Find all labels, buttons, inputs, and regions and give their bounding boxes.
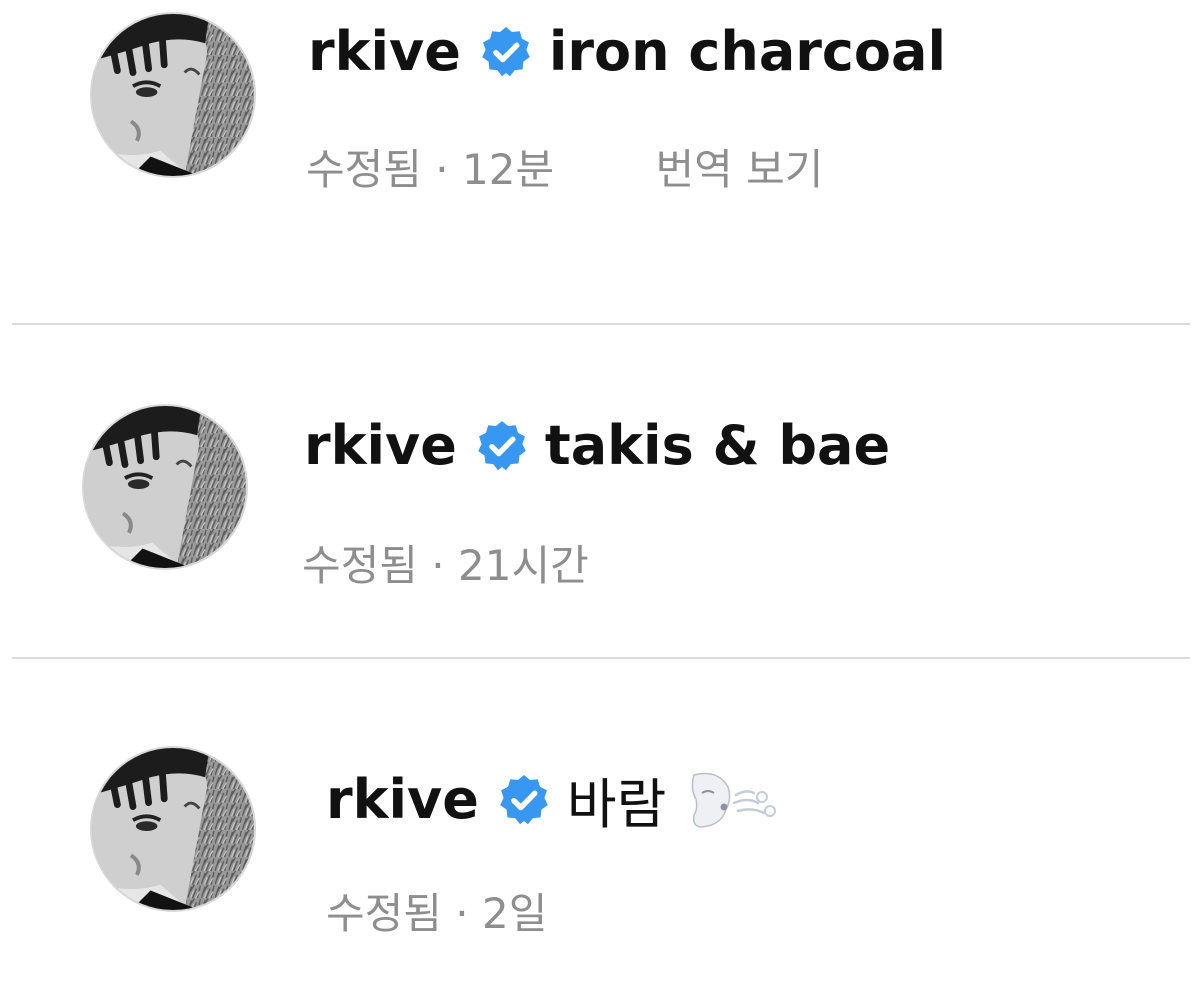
profile-photo (92, 14, 254, 176)
meta-separator: · (455, 889, 469, 938)
username[interactable]: rkive (326, 768, 479, 831)
comment-meta: 수정됨 · 2일 (326, 880, 547, 941)
username[interactable]: rkive (308, 20, 461, 83)
divider (12, 657, 1190, 659)
comment-item: rkive iron charcoal 수정됨 · 12분 번역 보기 (0, 0, 1200, 320)
comment-line: rkive takis & bae (304, 414, 890, 477)
wind-face-emoji-icon (688, 769, 778, 831)
edited-label: 수정됨 (306, 145, 422, 194)
meta-separator: · (431, 541, 445, 590)
avatar[interactable] (90, 12, 256, 178)
meta-separator: · (435, 145, 449, 194)
timestamp: 12분 (462, 145, 555, 194)
verified-badge-icon (497, 773, 551, 827)
comment-meta: 수정됨 · 12분 번역 보기 (306, 136, 823, 197)
comment-text: 바람 (566, 773, 667, 836)
comment-item: rkive takis & bae 수정됨 · 21시간 (0, 326, 1200, 656)
edited-label: 수정됨 (302, 541, 418, 590)
comment-text: iron charcoal (548, 20, 946, 83)
profile-photo (84, 406, 246, 568)
verified-badge-icon (479, 25, 533, 79)
comment-meta: 수정됨 · 21시간 (302, 532, 589, 593)
profile-photo (92, 748, 254, 910)
divider (12, 323, 1190, 325)
comment-line: rkive 바람 (326, 760, 778, 839)
comment-text: takis & bae (544, 414, 891, 477)
timestamp: 2일 (482, 889, 548, 938)
see-translation-link[interactable]: 번역 보기 (655, 145, 823, 194)
avatar[interactable] (90, 746, 256, 912)
edited-label: 수정됨 (326, 889, 442, 938)
avatar[interactable] (82, 404, 248, 570)
verified-badge-icon (475, 419, 529, 473)
comment-line: rkive iron charcoal (308, 20, 946, 83)
username[interactable]: rkive (304, 414, 457, 477)
comment-item: rkive 바람 수정됨 · 2일 (0, 660, 1200, 1006)
timestamp: 21시간 (458, 541, 589, 590)
